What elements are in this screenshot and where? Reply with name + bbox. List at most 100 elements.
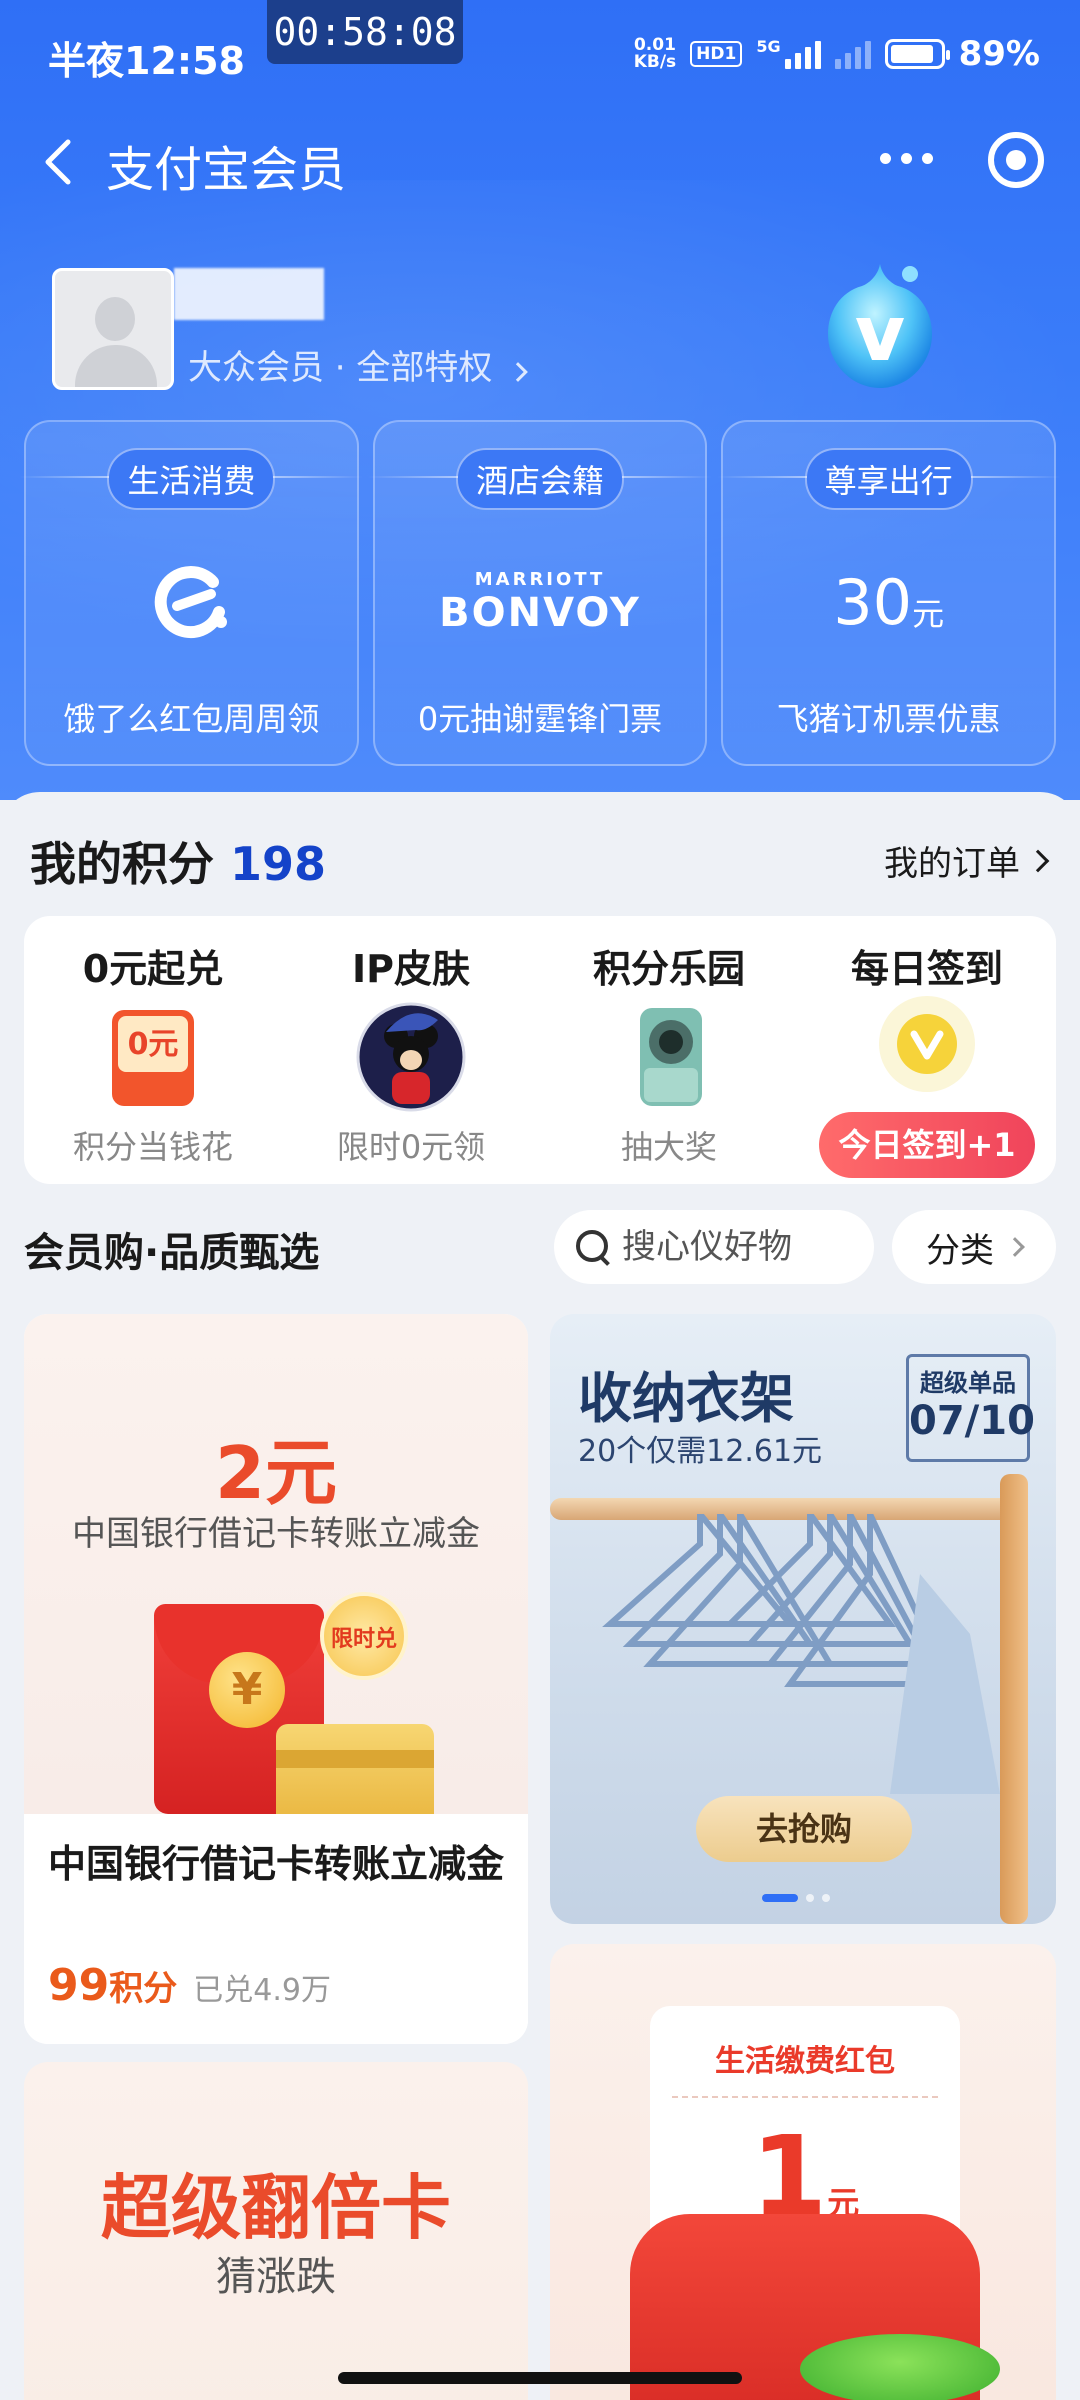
member-header: 半夜12:58 00:58:08 0.01 KB/s HD1 5G 89% 支付…	[0, 0, 1080, 800]
member-level-text: 大众会员 · 全部特权	[188, 348, 493, 388]
perk-desc: 0元抽谢霆锋门票	[417, 700, 663, 738]
status-time: 半夜12:58	[48, 39, 245, 83]
points-entry-signin[interactable]: 每日签到 今日签到+1	[798, 916, 1056, 1184]
entry-title: 积分乐园	[592, 947, 745, 991]
shop-search[interactable]	[554, 1210, 874, 1284]
perk-cards: 生活消费 饿了么红包周周领 酒店会籍 MARRIOTT BONVOY 0元抽谢霆…	[19, 420, 1057, 766]
perk-card-hotel[interactable]: 酒店会籍 MARRIOTT BONVOY 0元抽谢霆锋门票	[367, 420, 708, 766]
entry-sub: 抽大奖	[620, 1128, 717, 1166]
entry-sub: 限时0元领	[336, 1128, 486, 1166]
points-entry-redeem[interactable]: 0元起兑 0元 积分当钱花	[24, 916, 282, 1184]
home-indicator[interactable]	[338, 2372, 742, 2384]
search-input[interactable]	[622, 1227, 842, 1267]
perk-price-unit: 元	[912, 595, 945, 633]
battery-icon	[884, 39, 950, 69]
product-card-bank[interactable]: 2元 中国银行借记卡转账立减金 ¥ 限时兑 中国银行借记卡转账立减金 99积分 …	[24, 1314, 528, 2044]
avatar[interactable]	[52, 268, 174, 390]
banner-card-hangers[interactable]: 收纳衣架 20个仅需12.61元 超级单品 07/10 去抢购	[550, 1314, 1056, 1924]
limited-badge: 限时兑	[320, 1592, 408, 1680]
perk-card-life[interactable]: 生活消费 饿了么红包周周领	[19, 420, 359, 766]
shop-section-title: 会员购·品质甄选	[24, 1230, 320, 1276]
banner-title: 收纳衣架	[578, 1367, 794, 1430]
hd-icon: HD1	[690, 41, 743, 67]
coupon-icon: 0元	[112, 1010, 194, 1106]
perk-tag: 生活消费	[19, 448, 276, 510]
perk-desc: 飞猪订机票优惠	[776, 700, 1001, 738]
marriott-bonvoy-logo: MARRIOTT BONVOY	[375, 562, 706, 642]
perk-price-value: 30	[833, 565, 913, 639]
signal-label: 5G	[756, 37, 781, 56]
status-icons: 0.01 KB/s HD1 5G 89%	[634, 30, 1040, 78]
carousel-dots	[762, 1894, 830, 1902]
perk-tag: 尊享出行	[716, 448, 973, 510]
entry-title: 每日签到	[850, 947, 1003, 991]
coupon-label: 0元	[128, 1027, 179, 1062]
points-heading: 我的积分 198	[30, 828, 326, 894]
points-label: 我的积分	[30, 837, 214, 891]
back-arrow-icon[interactable]	[30, 132, 90, 192]
logo-text-small: MARRIOTT	[474, 568, 606, 590]
chevron-right-icon	[1005, 1237, 1025, 1257]
coupon-subtitle: 中国银行借记卡转账立减金	[72, 1514, 480, 1554]
phone-prize-icon	[640, 1008, 702, 1106]
product-price: 99积分 已兑4.9万	[48, 1960, 331, 2011]
eleme-icon	[26, 562, 357, 642]
status-bar: 半夜12:58 00:58:08 0.01 KB/s HD1 5G 89%	[0, 0, 1080, 100]
signin-coin-icon	[879, 996, 975, 1092]
points-entry-skin[interactable]: IP皮肤 限时0元领	[282, 916, 540, 1184]
search-icon	[576, 1230, 610, 1264]
product-name: 中国银行借记卡转账立减金	[48, 1842, 505, 1886]
signal-5g-icon: 5G	[756, 37, 821, 69]
points-entry-park[interactable]: 积分乐园 抽大奖	[540, 916, 798, 1184]
entry-sub: 积分当钱花	[72, 1128, 233, 1166]
coin-icon: ¥	[209, 1652, 285, 1728]
card-subtitle: 猜涨跌	[216, 2254, 336, 2300]
points-entries: 0元起兑 0元 积分当钱花 IP皮肤 限时0元领 积分乐园 抽大奖 每日签到 今…	[24, 916, 1056, 1184]
perk-price: 30 元	[723, 562, 1054, 642]
close-miniapp-icon[interactable]	[988, 132, 1044, 188]
product-image: 2元 中国银行借记卡转账立减金 ¥ 限时兑	[24, 1314, 528, 1834]
my-orders-link[interactable]: 我的订单	[884, 836, 1050, 885]
entry-title: 0元起兑	[82, 947, 224, 991]
product-card-utility[interactable]: 生活缴费红包 1元	[550, 1944, 1056, 2400]
product-card-double[interactable]: 超级翻倍卡 猜涨跌	[24, 2062, 528, 2400]
category-label: 分类	[926, 1230, 994, 1271]
super-item-badge: 超级单品 07/10	[906, 1354, 1035, 1462]
price-points: 99	[48, 1960, 110, 2011]
coupon-amount: 2元	[214, 1431, 338, 1515]
green-island-icon	[800, 2334, 1000, 2400]
page-title: 支付宝会员	[106, 142, 347, 198]
badge-label: 超级单品	[920, 1369, 1016, 1397]
ticket-title: 生活缴费红包	[715, 2044, 895, 2079]
badge-date: 07/10	[909, 1398, 1035, 1444]
category-button[interactable]: 分类	[892, 1210, 1056, 1284]
perk-desc: 饿了么红包周周领	[63, 700, 320, 738]
main-content: 我的积分 198 我的订单 0元起兑 0元 积分当钱花 IP皮肤 限时0元领 积…	[0, 792, 1080, 2400]
entry-title: IP皮肤	[352, 947, 470, 991]
product-info: 中国银行借记卡转账立减金 99积分 已兑4.9万	[24, 1814, 528, 2044]
battery-percent: 89%	[958, 34, 1040, 74]
chevron-right-icon	[508, 362, 529, 382]
logo-text-big: BONVOY	[439, 589, 641, 636]
redeemed-count: 已兑4.9万	[193, 1973, 331, 2008]
user-name-redacted	[174, 268, 324, 320]
banner-subtitle: 20个仅需12.61元	[578, 1434, 823, 1469]
mickey-skin-icon	[356, 1002, 466, 1112]
network-speed: 0.01 KB/s	[634, 37, 676, 71]
my-orders-label: 我的订单	[884, 844, 1020, 884]
signal-bars-icon	[784, 39, 821, 69]
signin-button[interactable]: 今日签到+1	[819, 1112, 1035, 1178]
more-options-icon[interactable]	[880, 138, 940, 178]
chevron-right-icon	[1026, 849, 1050, 872]
recording-timer: 00:58:08	[267, 0, 463, 64]
grab-button[interactable]: 去抢购	[696, 1796, 912, 1862]
network-speed-unit: KB/s	[633, 52, 677, 72]
points-value: 198	[230, 837, 327, 891]
hangers-icon	[602, 1514, 1000, 1794]
perk-card-travel[interactable]: 尊享出行 30 元 飞猪订机票优惠	[716, 420, 1057, 766]
member-level-link[interactable]: 大众会员 · 全部特权	[188, 340, 529, 389]
signal-bars-2-icon	[834, 39, 871, 69]
nav-bar: 支付宝会员	[0, 110, 1080, 210]
price-unit: 积分	[109, 1969, 178, 2009]
vip-badge-icon[interactable]	[820, 256, 940, 396]
